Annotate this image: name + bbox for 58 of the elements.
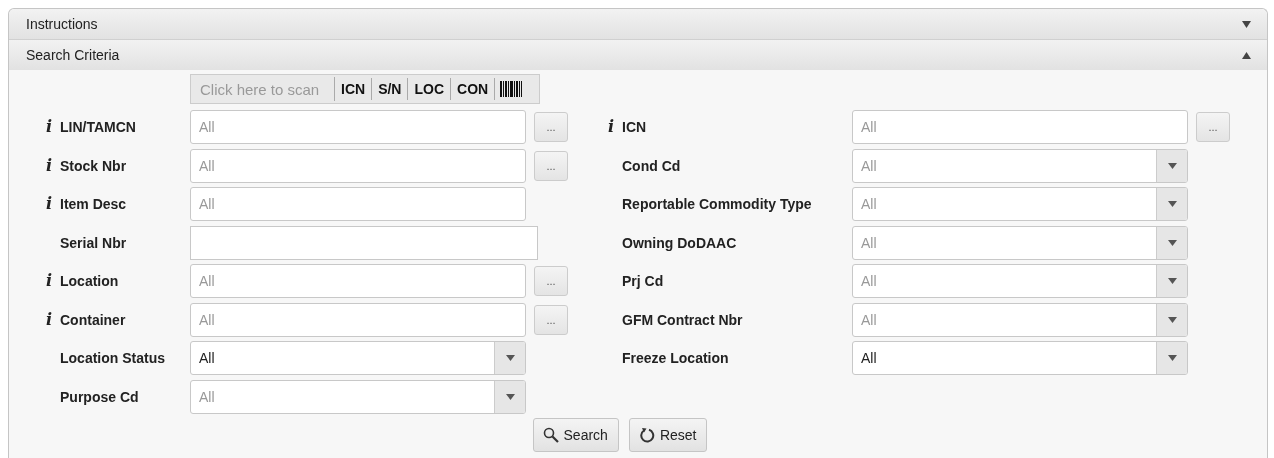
- section-header[interactable]: Instructions: [9, 9, 1267, 39]
- section-header[interactable]: Search Criteria: [9, 39, 1267, 70]
- refresh-icon: [638, 426, 655, 443]
- lookup-button[interactable]: ...: [534, 150, 568, 181]
- input-field[interactable]: All: [852, 110, 1188, 144]
- input-field[interactable]: All: [190, 110, 526, 144]
- search-button[interactable]: Search: [532, 417, 619, 452]
- dropdown-arrow-icon: [1167, 316, 1177, 323]
- scan-type-button[interactable]: LOC: [408, 78, 452, 100]
- dropdown-arrow-icon: [1167, 355, 1177, 361]
- info-icon[interactable]: i: [46, 157, 53, 174]
- lookup-button[interactable]: ...: [534, 112, 568, 142]
- field-label: Owning DoDAAC: [621, 234, 737, 251]
- input-field[interactable]: All: [190, 148, 526, 183]
- field-label: Stock Nbr: [59, 157, 127, 174]
- field-label: LIN/TAMCN: [59, 119, 136, 135]
- lookup-button[interactable]: ...: [534, 266, 568, 296]
- input-field[interactable]: All: [190, 187, 526, 221]
- field-label: Serial Nbr: [59, 234, 127, 251]
- input-field[interactable]: All: [190, 302, 526, 337]
- expand-icon: [1242, 20, 1251, 28]
- input-field[interactable]: [190, 225, 538, 260]
- field-label: Location Status: [59, 350, 165, 366]
- info-icon[interactable]: i: [46, 273, 53, 289]
- info-icon[interactable]: i: [46, 119, 53, 135]
- input-field[interactable]: All: [190, 264, 526, 298]
- field-label: Freeze Location: [621, 350, 729, 366]
- field-label: Prj Cd: [621, 273, 664, 289]
- field-label: Reportable Commodity Type: [621, 196, 812, 212]
- field-label: Cond Cd: [621, 157, 681, 174]
- scan-type-button[interactable]: ICN: [335, 78, 373, 100]
- scan-type-button[interactable]: S/N: [372, 78, 409, 100]
- info-icon[interactable]: i: [46, 196, 53, 212]
- info-icon[interactable]: i: [46, 311, 53, 328]
- field-label: Location: [59, 273, 119, 289]
- field-label: Container: [59, 311, 126, 328]
- collapse-icon: [1242, 51, 1251, 59]
- dropdown[interactable]: All: [190, 341, 526, 375]
- lookup-button[interactable]: ...: [1196, 112, 1230, 142]
- dropdown-arrow-icon: [1167, 201, 1177, 207]
- field-label: ICN: [621, 119, 647, 135]
- dropdown-arrow-icon: [505, 355, 515, 361]
- dropdown-arrow-icon: [1167, 162, 1177, 169]
- scan-field[interactable]: Click here to scan: [191, 77, 335, 101]
- dropdown-arrow-icon: [1167, 278, 1177, 284]
- scan-bar[interactable]: Click here to scan ICN S/N LOC CON: [190, 74, 540, 104]
- reset-button[interactable]: Reset: [628, 417, 708, 452]
- field-label: Purpose Cd: [59, 388, 139, 405]
- field-label: GFM Contract Nbr: [621, 311, 743, 328]
- lookup-button[interactable]: ...: [534, 304, 568, 335]
- dropdown-arrow-icon: [1167, 239, 1177, 246]
- barcode-icon[interactable]: [500, 81, 523, 97]
- search-icon: [542, 426, 559, 443]
- field-label: Item Desc: [59, 196, 127, 212]
- dropdown[interactable]: All: [852, 341, 1188, 375]
- dropdown-arrow-icon: [505, 393, 515, 400]
- info-icon[interactable]: i: [608, 119, 615, 135]
- scan-type-button[interactable]: CON: [451, 78, 496, 100]
